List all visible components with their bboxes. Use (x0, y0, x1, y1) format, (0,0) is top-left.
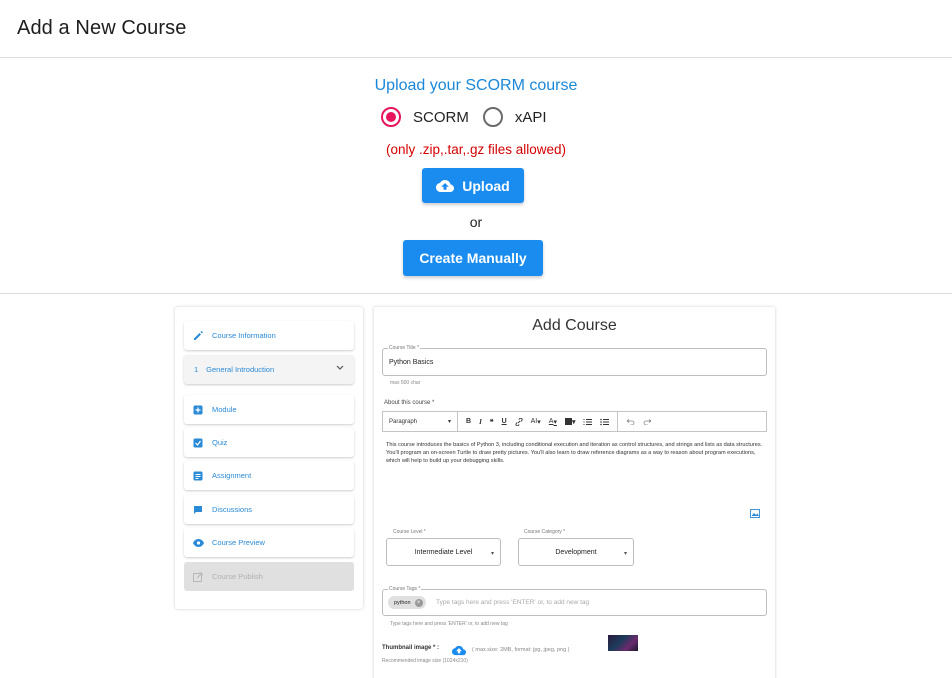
paragraph-select-label: Paragraph (389, 418, 418, 425)
upload-title: Upload your SCORM course (374, 77, 578, 94)
font-size-label: AI (530, 418, 538, 425)
module-icon (192, 404, 204, 416)
course-category-select[interactable]: Development ▾ (518, 538, 634, 566)
chevron-down-icon: ▾ (447, 419, 451, 425)
sidebar-item-course-preview[interactable]: Course Preview (184, 528, 354, 557)
checkbox-icon (192, 437, 204, 449)
tags-hint: Type tags here and press 'ENTER' or, to … (390, 621, 508, 627)
course-title-hint: max 500 char (390, 380, 421, 386)
course-title-input[interactable] (382, 348, 767, 376)
sidebar-item-label: General Introduction (206, 365, 275, 374)
sidebar-item-general-introduction[interactable]: 1 General Introduction (184, 355, 354, 384)
xapi-radio[interactable] (482, 107, 503, 127)
page-header: Add a New Course (0, 0, 952, 58)
sidebar-item-assignment[interactable]: Assignment (184, 461, 354, 490)
sidebar-item-label: Course Information (212, 331, 276, 340)
bold-button[interactable]: B (466, 418, 471, 425)
page-title: Add a New Course (17, 17, 187, 39)
thumbnail-label: Thumbnail image * : (382, 645, 440, 651)
sidebar-item-label: Discussions (212, 505, 253, 514)
font-size-button[interactable]: AI ▾ (531, 418, 541, 426)
pencil-icon (192, 330, 204, 342)
assignment-icon (192, 470, 204, 482)
thumbnail-info: ( max.size: 2MB, format: jpg, jpeg, png … (472, 647, 570, 653)
undo-icon[interactable] (626, 418, 635, 425)
paragraph-select[interactable]: Paragraph ▾ (383, 412, 458, 431)
quote-button[interactable]: ❝ (490, 418, 494, 426)
course-title-label: Course Title * (388, 345, 421, 351)
add-course-form: Add Course Course Title * Python Basics … (374, 307, 775, 678)
or-separator: or (469, 214, 483, 230)
course-category-label: Course Category * (523, 529, 567, 535)
thumbnail-hint: Recommended image size (1024x210) (382, 658, 468, 664)
toolbar-divider (617, 412, 619, 431)
chevron-down-icon: ▾ (490, 551, 494, 557)
xapi-radio-label[interactable]: xAPI (515, 109, 547, 126)
course-sidebar: Course Information 1 General Introductio… (175, 307, 363, 609)
upload-button[interactable]: Upload (422, 168, 524, 203)
course-level-value: Intermediate Level (414, 548, 473, 556)
link-icon[interactable] (515, 417, 523, 426)
course-title-value: Python Basics (389, 359, 434, 366)
numbered-list-icon[interactable] (583, 418, 593, 426)
course-level-select[interactable]: Intermediate Level ▾ (386, 538, 501, 566)
editor-toolbar: Paragraph ▾ B I ❝ U AI ▾ A ▾ ▾ (382, 411, 767, 432)
about-editor-content[interactable]: This course introduces the basics of Pyt… (386, 441, 764, 465)
course-builder: Course Information 1 General Introductio… (0, 294, 952, 678)
sidebar-item-label: Assignment (212, 471, 252, 480)
about-label: About this course * (384, 400, 435, 406)
upload-section: Upload your SCORM course SCORM xAPI (onl… (0, 58, 952, 294)
eye-icon (192, 537, 204, 549)
sidebar-item-label: Course Preview (212, 538, 265, 547)
sidebar-item-label: Course Publish (212, 572, 263, 581)
sidebar-item-label: Module (212, 405, 237, 414)
tag-chip-label: python (394, 599, 411, 606)
sidebar-item-module[interactable]: Module (184, 395, 354, 424)
section-number: 1 (194, 365, 199, 374)
tag-chip[interactable]: python × (388, 596, 426, 609)
course-tags-label: Course Tags * (388, 586, 422, 592)
thumbnail-preview (608, 635, 638, 651)
sidebar-item-label: Quiz (212, 438, 228, 447)
italic-button[interactable]: I (479, 418, 482, 426)
highlight-button[interactable]: ▾ (564, 418, 575, 426)
chat-icon (192, 504, 204, 516)
format-radio-group: SCORM xAPI (381, 107, 561, 127)
course-category-value: Development (555, 548, 597, 556)
create-manually-button[interactable]: Create Manually (403, 240, 543, 276)
bullet-list-icon[interactable] (600, 418, 610, 426)
chevron-down-icon: ▾ (623, 551, 627, 557)
upload-button-label: Upload (462, 177, 510, 194)
cloud-upload-icon (436, 179, 455, 192)
sidebar-item-course-publish: Course Publish (184, 562, 354, 591)
redo-icon[interactable] (643, 418, 652, 425)
course-level-label: Course Level * (392, 529, 427, 535)
underline-button[interactable]: U (502, 418, 507, 425)
allowed-files-note: (only .zip,.tar,.gz files allowed) (385, 142, 567, 157)
scorm-radio-label[interactable]: SCORM (413, 109, 469, 126)
publish-icon (192, 571, 204, 583)
font-color-button[interactable]: A ▾ (549, 418, 557, 426)
font-color-label: A (548, 418, 554, 425)
scorm-radio[interactable] (381, 107, 401, 127)
form-title: Add Course (532, 317, 617, 334)
image-insert-icon[interactable] (750, 505, 760, 523)
tags-placeholder: Type tags here and press 'ENTER' or, to … (436, 599, 590, 606)
chevron-down-icon[interactable] (336, 364, 344, 373)
sidebar-item-course-information[interactable]: Course Information (184, 321, 354, 350)
sidebar-item-quiz[interactable]: Quiz (184, 428, 354, 457)
close-icon[interactable]: × (414, 598, 423, 607)
sidebar-item-discussions[interactable]: Discussions (184, 495, 354, 524)
